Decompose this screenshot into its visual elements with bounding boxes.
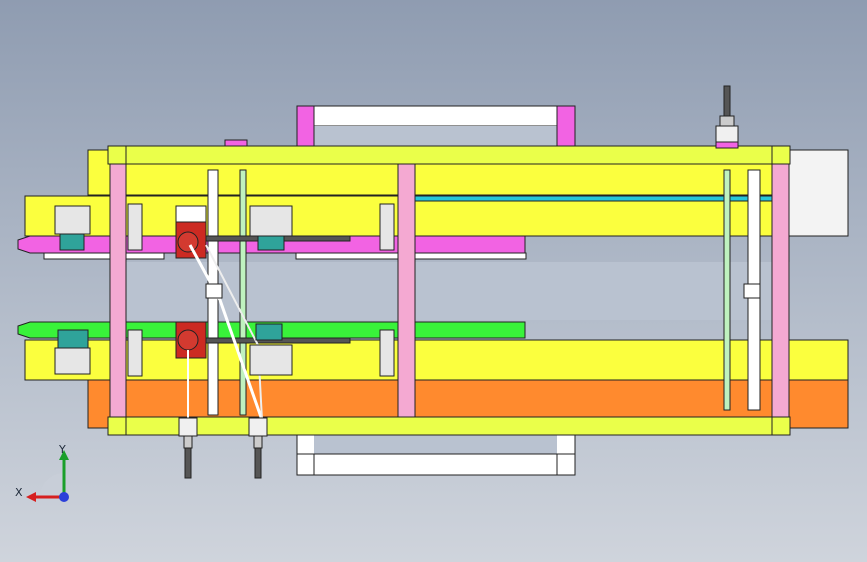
lower-left-gripper [54, 329, 91, 375]
sensor-post-right [248, 417, 268, 479]
x-axis-label: X [15, 486, 23, 499]
y-axis-label: Y [59, 443, 66, 456]
pillar-left [109, 145, 127, 436]
upper-right-gray [787, 149, 849, 237]
frame-bottom-beam [109, 416, 791, 436]
assembly-drawing [17, 85, 849, 502]
frame-top-beam [109, 145, 791, 165]
pillar-right [771, 145, 790, 436]
cad-viewport[interactable]: X Y [0, 0, 867, 562]
sensor-post-left [178, 417, 198, 479]
axis-triad [26, 450, 69, 502]
pillar-center [397, 163, 416, 418]
sensor-post-top [715, 85, 739, 149]
top-white-frame [296, 105, 576, 152]
bottom-white-frame [296, 434, 576, 476]
